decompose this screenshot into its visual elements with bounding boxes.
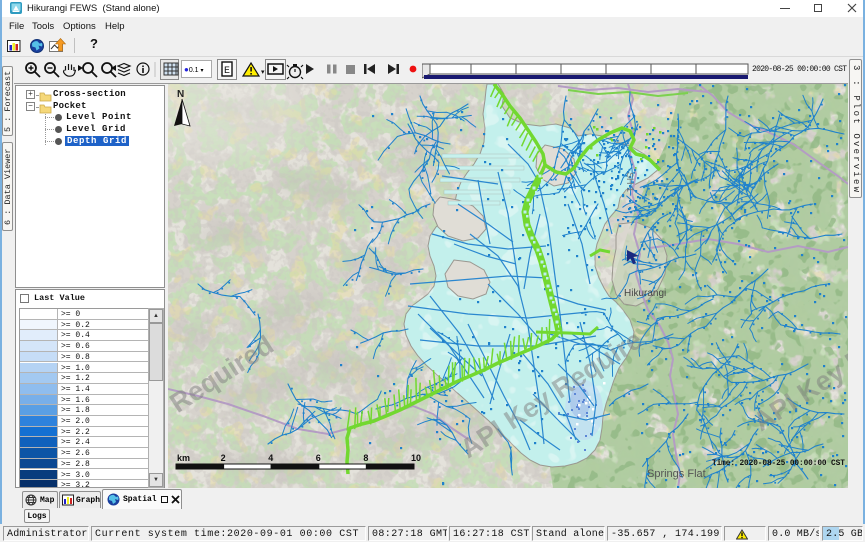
svg-text:km: km bbox=[177, 453, 190, 463]
svg-text:2: 2 bbox=[221, 453, 226, 463]
svg-text:E: E bbox=[224, 66, 230, 77]
svg-text:Time: 2020-08-25 00:00:00 CST: Time: 2020-08-25 00:00:00 CST bbox=[712, 460, 845, 468]
svg-text:6: 6 bbox=[316, 453, 321, 463]
svg-text:Springs Flat: Springs Flat bbox=[647, 468, 706, 480]
svg-text:N: N bbox=[177, 89, 184, 100]
svg-text:10: 10 bbox=[411, 453, 421, 463]
svg-text:SH 1: SH 1 bbox=[625, 172, 635, 192]
svg-text:8: 8 bbox=[363, 453, 368, 463]
svg-text:Hikurangi: Hikurangi bbox=[624, 288, 666, 299]
svg-text:4: 4 bbox=[268, 453, 273, 463]
